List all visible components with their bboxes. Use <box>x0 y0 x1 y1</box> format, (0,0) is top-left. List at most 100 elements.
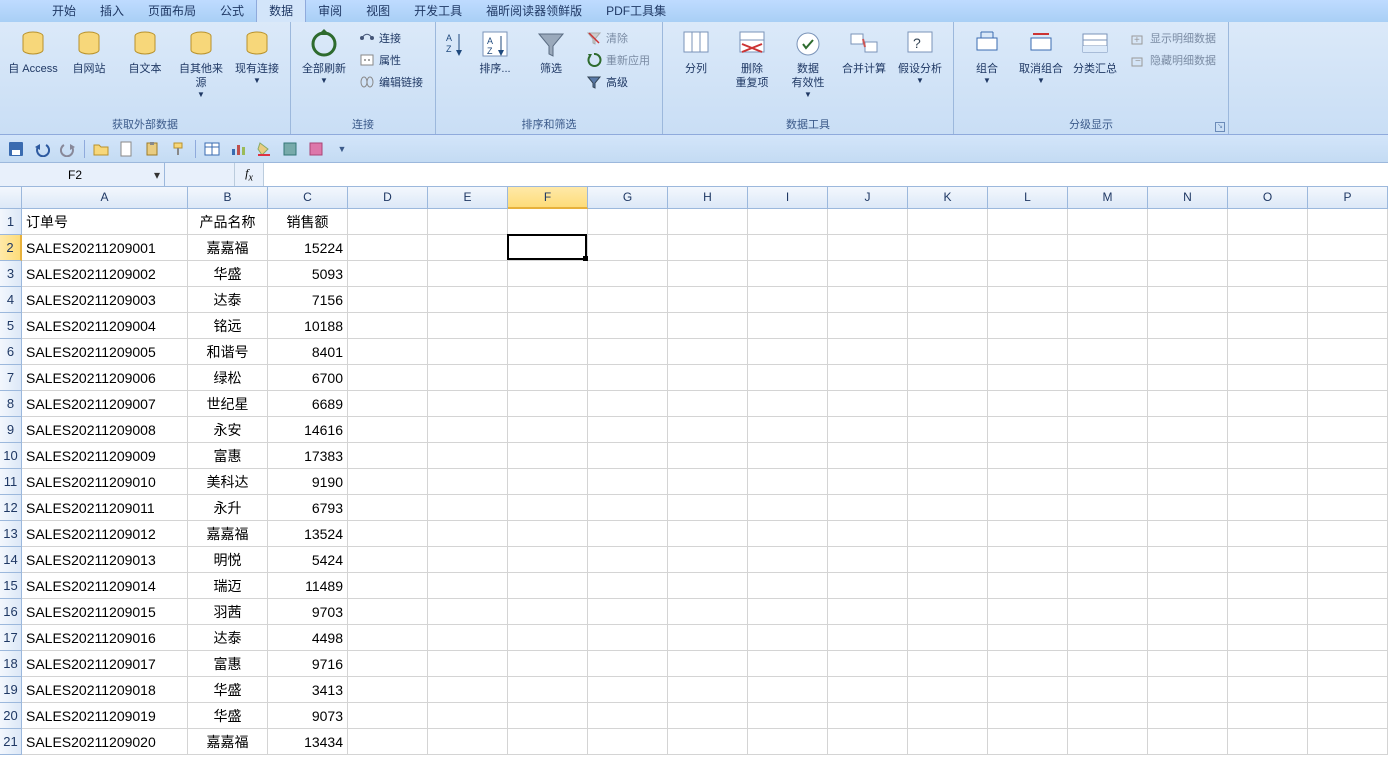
cell[interactable] <box>508 313 588 339</box>
row-header-2[interactable]: 2 <box>0 235 22 261</box>
cell[interactable] <box>1308 729 1388 755</box>
cell[interactable] <box>1308 391 1388 417</box>
cell[interactable] <box>828 651 908 677</box>
cell[interactable] <box>1308 417 1388 443</box>
cell[interactable]: SALES20211209014 <box>22 573 188 599</box>
假设分析-button[interactable]: ?假设分析▼ <box>893 26 947 87</box>
row-header-12[interactable]: 12 <box>0 495 22 521</box>
cell[interactable] <box>1228 287 1308 313</box>
row-header-14[interactable]: 14 <box>0 547 22 573</box>
row-header-20[interactable]: 20 <box>0 703 22 729</box>
cell[interactable] <box>1068 521 1148 547</box>
cell[interactable]: 瑞迈 <box>188 573 268 599</box>
cell[interactable] <box>348 235 428 261</box>
cell[interactable] <box>828 235 908 261</box>
cell[interactable] <box>588 677 668 703</box>
cell[interactable] <box>1068 703 1148 729</box>
cell[interactable] <box>588 365 668 391</box>
tab-视图[interactable]: 视图 <box>354 0 402 22</box>
row-header-19[interactable]: 19 <box>0 677 22 703</box>
cell[interactable] <box>908 313 988 339</box>
select-all-corner[interactable] <box>0 187 22 209</box>
cell[interactable] <box>348 703 428 729</box>
自网站-button[interactable]: 自网站 <box>62 26 116 78</box>
cell[interactable]: 13524 <box>268 521 348 547</box>
cell[interactable] <box>748 677 828 703</box>
cell[interactable] <box>668 651 748 677</box>
name-box[interactable]: F2 ▾ <box>0 163 165 186</box>
现有连接-button[interactable]: 现有连接▼ <box>230 26 284 87</box>
cell[interactable] <box>908 547 988 573</box>
cell[interactable] <box>748 703 828 729</box>
cell[interactable] <box>508 677 588 703</box>
cell[interactable] <box>748 261 828 287</box>
chart-icon[interactable] <box>228 139 248 159</box>
cell[interactable] <box>428 313 508 339</box>
cell[interactable] <box>988 287 1068 313</box>
cell[interactable] <box>1308 261 1388 287</box>
cell[interactable] <box>908 391 988 417</box>
cell[interactable] <box>508 365 588 391</box>
cell[interactable] <box>748 625 828 651</box>
cell[interactable] <box>508 521 588 547</box>
cell[interactable] <box>508 339 588 365</box>
cell[interactable] <box>1308 547 1388 573</box>
cell[interactable] <box>1148 547 1228 573</box>
cell[interactable] <box>828 443 908 469</box>
cell[interactable] <box>348 391 428 417</box>
cell[interactable] <box>908 261 988 287</box>
cell[interactable] <box>1148 313 1228 339</box>
cell[interactable] <box>1148 287 1228 313</box>
cell[interactable]: SALES20211209020 <box>22 729 188 755</box>
cell[interactable] <box>1228 469 1308 495</box>
cell[interactable] <box>1068 625 1148 651</box>
col-header-P[interactable]: P <box>1308 187 1388 209</box>
cell[interactable]: SALES20211209015 <box>22 599 188 625</box>
cell[interactable]: SALES20211209018 <box>22 677 188 703</box>
cell[interactable] <box>988 209 1068 235</box>
cell[interactable] <box>1148 469 1228 495</box>
cell[interactable] <box>588 547 668 573</box>
cell[interactable] <box>1148 391 1228 417</box>
cell[interactable] <box>428 287 508 313</box>
取消组合-button[interactable]: 取消组合▼ <box>1014 26 1068 87</box>
cell[interactable] <box>588 287 668 313</box>
cell[interactable] <box>1308 625 1388 651</box>
cell[interactable]: 羽茜 <box>188 599 268 625</box>
open-icon[interactable] <box>91 139 111 159</box>
cell[interactable] <box>428 365 508 391</box>
cell[interactable] <box>1148 209 1228 235</box>
formula-input[interactable] <box>263 163 1388 186</box>
cell[interactable] <box>588 417 668 443</box>
cell[interactable] <box>828 339 908 365</box>
cell[interactable] <box>588 703 668 729</box>
cell[interactable]: 5424 <box>268 547 348 573</box>
cell[interactable] <box>1308 573 1388 599</box>
cell[interactable]: 富惠 <box>188 443 268 469</box>
chevron-down-icon[interactable]: ▾ <box>150 168 164 182</box>
cell[interactable] <box>748 443 828 469</box>
cell[interactable] <box>668 443 748 469</box>
cell[interactable]: 7156 <box>268 287 348 313</box>
cell[interactable] <box>588 391 668 417</box>
cell[interactable]: 11489 <box>268 573 348 599</box>
cell[interactable] <box>588 651 668 677</box>
cell[interactable] <box>1148 729 1228 755</box>
cell[interactable]: 华盛 <box>188 677 268 703</box>
cell[interactable] <box>908 339 988 365</box>
cell[interactable] <box>748 521 828 547</box>
cell[interactable] <box>1148 235 1228 261</box>
cell[interactable]: 5093 <box>268 261 348 287</box>
cell[interactable]: 富惠 <box>188 651 268 677</box>
cell[interactable] <box>1068 417 1148 443</box>
cell[interactable] <box>1228 547 1308 573</box>
cell[interactable] <box>348 573 428 599</box>
cell[interactable] <box>588 729 668 755</box>
cell[interactable] <box>348 209 428 235</box>
cell[interactable] <box>508 417 588 443</box>
cell[interactable] <box>1308 443 1388 469</box>
cell[interactable] <box>348 469 428 495</box>
cell[interactable] <box>508 443 588 469</box>
cell[interactable] <box>828 703 908 729</box>
组合-button[interactable]: 组合▼ <box>960 26 1014 87</box>
